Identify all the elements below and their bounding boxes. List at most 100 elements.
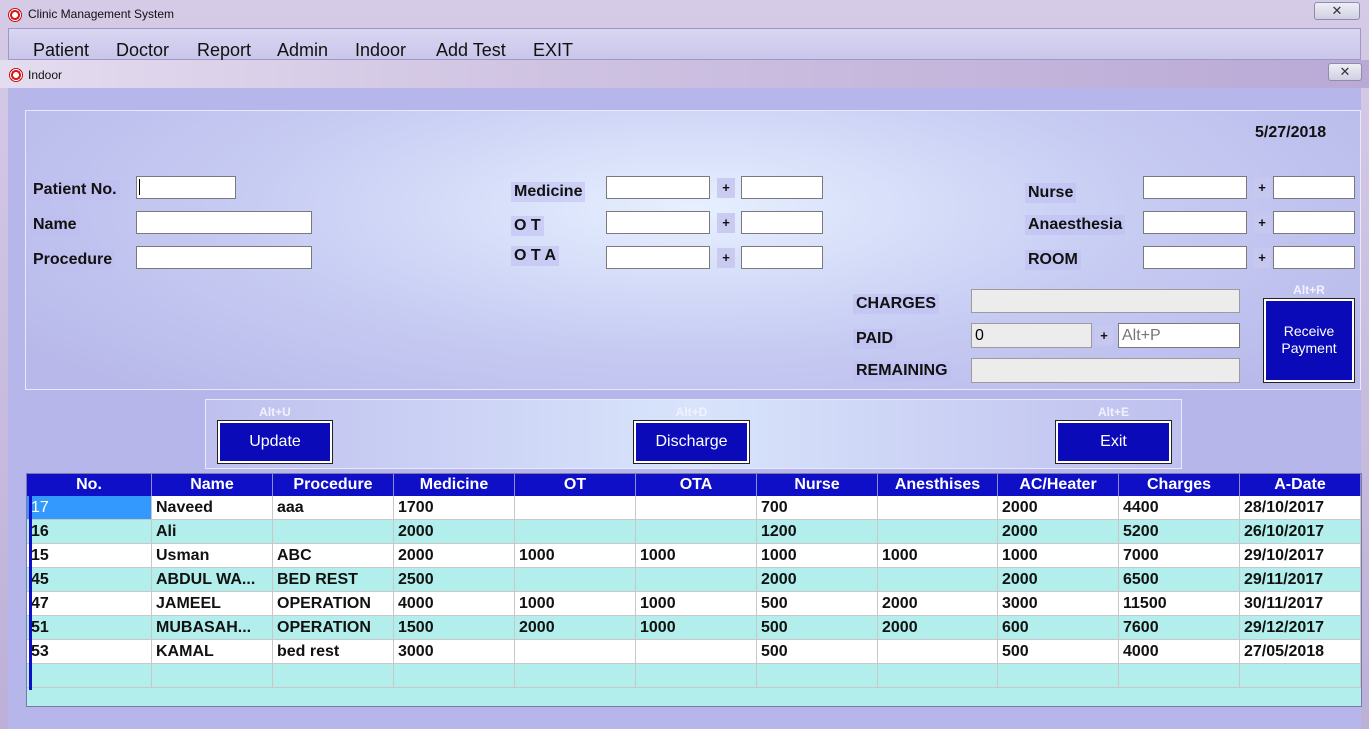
table-cell[interactable]: 4000	[1119, 640, 1240, 664]
table-cell[interactable]	[636, 664, 757, 688]
table-cell[interactable]: 26/10/2017	[1240, 520, 1361, 544]
table-cell[interactable]: 4400	[1119, 496, 1240, 520]
table-row[interactable]: 53 KAMAL bed rest 3000 500 500 4000 27/05/2018	[27, 640, 1361, 664]
table-cell[interactable]: 1000	[515, 544, 636, 568]
table-cell[interactable]	[1119, 664, 1240, 688]
table-cell[interactable]	[636, 640, 757, 664]
table-cell[interactable]: 2000	[998, 496, 1119, 520]
table-cell[interactable]: Usman	[152, 544, 273, 568]
table-cell[interactable]: 1000	[515, 592, 636, 616]
table-cell[interactable]: Naveed	[152, 496, 273, 520]
menu-exit[interactable]: EXIT	[533, 40, 573, 61]
table-cell[interactable]	[757, 664, 878, 688]
table-cell[interactable]: 2000	[998, 520, 1119, 544]
receive-payment-button[interactable]: Receive Payment	[1263, 298, 1355, 383]
table-cell[interactable]	[878, 568, 998, 592]
procedure-field[interactable]	[136, 246, 312, 269]
table-cell[interactable]	[515, 640, 636, 664]
column-header[interactable]: OT	[515, 474, 636, 496]
table-cell[interactable]: 47	[27, 592, 152, 616]
table-cell[interactable]	[273, 520, 394, 544]
table-cell[interactable]: 4000	[394, 592, 515, 616]
table-cell[interactable]: 45	[27, 568, 152, 592]
table-cell[interactable]: ABC	[273, 544, 394, 568]
table-cell[interactable]: 27/05/2018	[1240, 640, 1361, 664]
table-cell[interactable]: bed rest	[273, 640, 394, 664]
paid-extra-field[interactable]	[1118, 323, 1240, 348]
indoor-patients-grid[interactable]: No. Name Procedure Medicine OT OTA Nurse Anesth…	[26, 473, 1362, 707]
room-field[interactable]	[1143, 246, 1247, 269]
table-cell[interactable]: 6500	[1119, 568, 1240, 592]
table-cell[interactable]: 2000	[394, 520, 515, 544]
table-cell[interactable]: ABDUL WA...	[152, 568, 273, 592]
ota-extra-field[interactable]	[741, 246, 823, 269]
table-cell[interactable]: 2000	[878, 592, 998, 616]
column-header[interactable]: Charges	[1119, 474, 1240, 496]
anaesthesia-extra-field[interactable]	[1273, 211, 1355, 234]
patient-no-field[interactable]	[136, 176, 236, 199]
table-cell[interactable]: 1700	[394, 496, 515, 520]
remaining-field[interactable]	[971, 358, 1240, 383]
table-cell[interactable]: 600	[998, 616, 1119, 640]
discharge-button[interactable]: Discharge	[633, 420, 750, 464]
table-cell[interactable]	[515, 520, 636, 544]
table-cell[interactable]	[515, 568, 636, 592]
menu-admin[interactable]: Admin	[277, 40, 328, 61]
table-row[interactable]: 45 ABDUL WA... BED REST 2500 2000 2000 6500 29/…	[27, 568, 1361, 592]
table-cell[interactable]: 700	[757, 496, 878, 520]
table-cell[interactable]: 1000	[636, 592, 757, 616]
table-cell[interactable]: 1000	[636, 544, 757, 568]
menu-indoor[interactable]: Indoor	[355, 40, 406, 61]
column-header[interactable]: A-Date	[1240, 474, 1361, 496]
table-cell[interactable]: 15	[27, 544, 152, 568]
table-cell[interactable]: 30/11/2017	[1240, 592, 1361, 616]
column-header[interactable]: Anesthises	[878, 474, 998, 496]
column-header[interactable]: Procedure	[273, 474, 394, 496]
table-cell[interactable]: 3000	[998, 592, 1119, 616]
table-cell[interactable]: 17	[27, 496, 152, 520]
table-row[interactable]: 17 Naveed aaa 1700 700 2000 4400 28/10/2017	[27, 496, 1361, 520]
table-cell[interactable]	[998, 664, 1119, 688]
ot-field[interactable]	[606, 211, 710, 234]
table-cell[interactable]: 2000	[394, 544, 515, 568]
app-close-button[interactable]: ✕	[1314, 2, 1360, 20]
table-cell[interactable]: BED REST	[273, 568, 394, 592]
column-header[interactable]: Name	[152, 474, 273, 496]
table-cell[interactable]: 7000	[1119, 544, 1240, 568]
table-row[interactable]: 16 Ali 2000 1200 2000 5200 26/10/2017	[27, 520, 1361, 544]
table-cell[interactable]: JAMEEL	[152, 592, 273, 616]
table-cell[interactable]	[273, 664, 394, 688]
table-cell[interactable]: 29/10/2017	[1240, 544, 1361, 568]
table-cell[interactable]: 500	[757, 592, 878, 616]
table-cell[interactable]	[878, 496, 998, 520]
ota-field[interactable]	[606, 246, 710, 269]
table-cell[interactable]	[636, 568, 757, 592]
ot-extra-field[interactable]	[741, 211, 823, 234]
menu-add-test[interactable]: Add Test	[436, 40, 506, 61]
table-cell[interactable]: 7600	[1119, 616, 1240, 640]
table-cell[interactable]: 1200	[757, 520, 878, 544]
table-cell[interactable]: 2000	[878, 616, 998, 640]
table-cell[interactable]: 500	[757, 640, 878, 664]
charges-field[interactable]	[971, 289, 1240, 313]
table-cell[interactable]: KAMAL	[152, 640, 273, 664]
table-cell[interactable]	[878, 520, 998, 544]
table-cell[interactable]: 11500	[1119, 592, 1240, 616]
room-extra-field[interactable]	[1273, 246, 1355, 269]
table-cell[interactable]: 1000	[878, 544, 998, 568]
table-cell[interactable]: 5200	[1119, 520, 1240, 544]
table-cell[interactable]: 2000	[515, 616, 636, 640]
table-cell[interactable]: 1000	[757, 544, 878, 568]
table-cell[interactable]: MUBASAH...	[152, 616, 273, 640]
table-cell[interactable]	[878, 664, 998, 688]
table-cell[interactable]: 28/10/2017	[1240, 496, 1361, 520]
table-cell[interactable]: OPERATION	[273, 616, 394, 640]
medicine-extra-field[interactable]	[741, 176, 823, 199]
table-cell[interactable]	[636, 520, 757, 544]
table-cell[interactable]: 51	[27, 616, 152, 640]
table-cell[interactable]	[878, 640, 998, 664]
table-cell[interactable]: 500	[757, 616, 878, 640]
table-row[interactable]: 51 MUBASAH... OPERATION 1500 2000 1000 500 2000…	[27, 616, 1361, 640]
table-row[interactable]: 15 Usman ABC 2000 1000 1000 1000 1000 1000 7000 29…	[27, 544, 1361, 568]
table-cell[interactable]: 29/11/2017	[1240, 568, 1361, 592]
